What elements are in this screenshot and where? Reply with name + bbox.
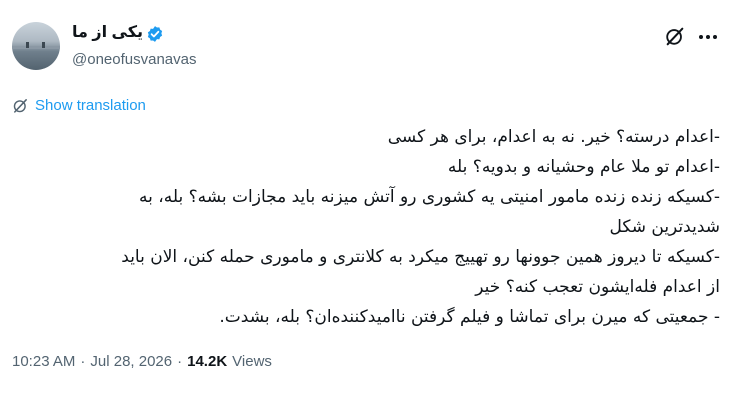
tweet-line: -کسیکه تا دیروز همین جوونها رو تهییج میک…: [121, 247, 720, 267]
tweet-line: -کسیکه زنده زنده مامور امنیتی یه کشوری ر…: [138, 187, 720, 207]
verified-badge-icon: [147, 26, 163, 42]
views-count[interactable]: 14.2K: [187, 353, 227, 370]
avatar-ship: [42, 42, 45, 48]
translate-icon: [13, 98, 27, 113]
tweet: یکی از ما @oneofusvanavas Show translati…: [0, 0, 734, 400]
tweet-line: -اعدام درسته؟ خیر. نه به اعدام، برای هر …: [387, 127, 720, 147]
show-translation-link[interactable]: Show translation: [12, 95, 146, 115]
author-name[interactable]: یکی از ما: [72, 23, 143, 43]
views-label: Views: [232, 353, 272, 370]
tweet-line: شدیدترین شکل: [609, 217, 720, 237]
avatar-ship: [26, 42, 29, 48]
tweet-time[interactable]: 10:23 AM: [12, 353, 75, 370]
more-icon[interactable]: [698, 34, 718, 40]
author-handle[interactable]: @oneofusvanavas: [72, 50, 196, 70]
show-translation-label: Show translation: [35, 96, 146, 114]
avatar[interactable]: [12, 22, 60, 70]
meta-separator: ·: [80, 353, 86, 370]
tweet-meta: 10:23 AM · Jul 28, 2026 · 14.2K Views: [12, 353, 272, 370]
grok-icon[interactable]: [664, 25, 686, 47]
tweet-line: -اعدام تو ملا عام وحشیانه و بدویه؟ بله: [447, 157, 720, 177]
tweet-text: -اعدام درسته؟ خیر. نه به اعدام، برای هر …: [12, 122, 720, 332]
tweet-line: از اعدام فله‌ایشون تعجب کنه؟ خیر: [475, 277, 720, 297]
avatar-horizon: [12, 46, 60, 49]
tweet-date[interactable]: Jul 28, 2026: [90, 353, 172, 370]
tweet-line: - جمعیتی که میرن برای تماشا و فیلم گرفتن…: [219, 307, 720, 327]
meta-separator: ·: [177, 353, 183, 370]
